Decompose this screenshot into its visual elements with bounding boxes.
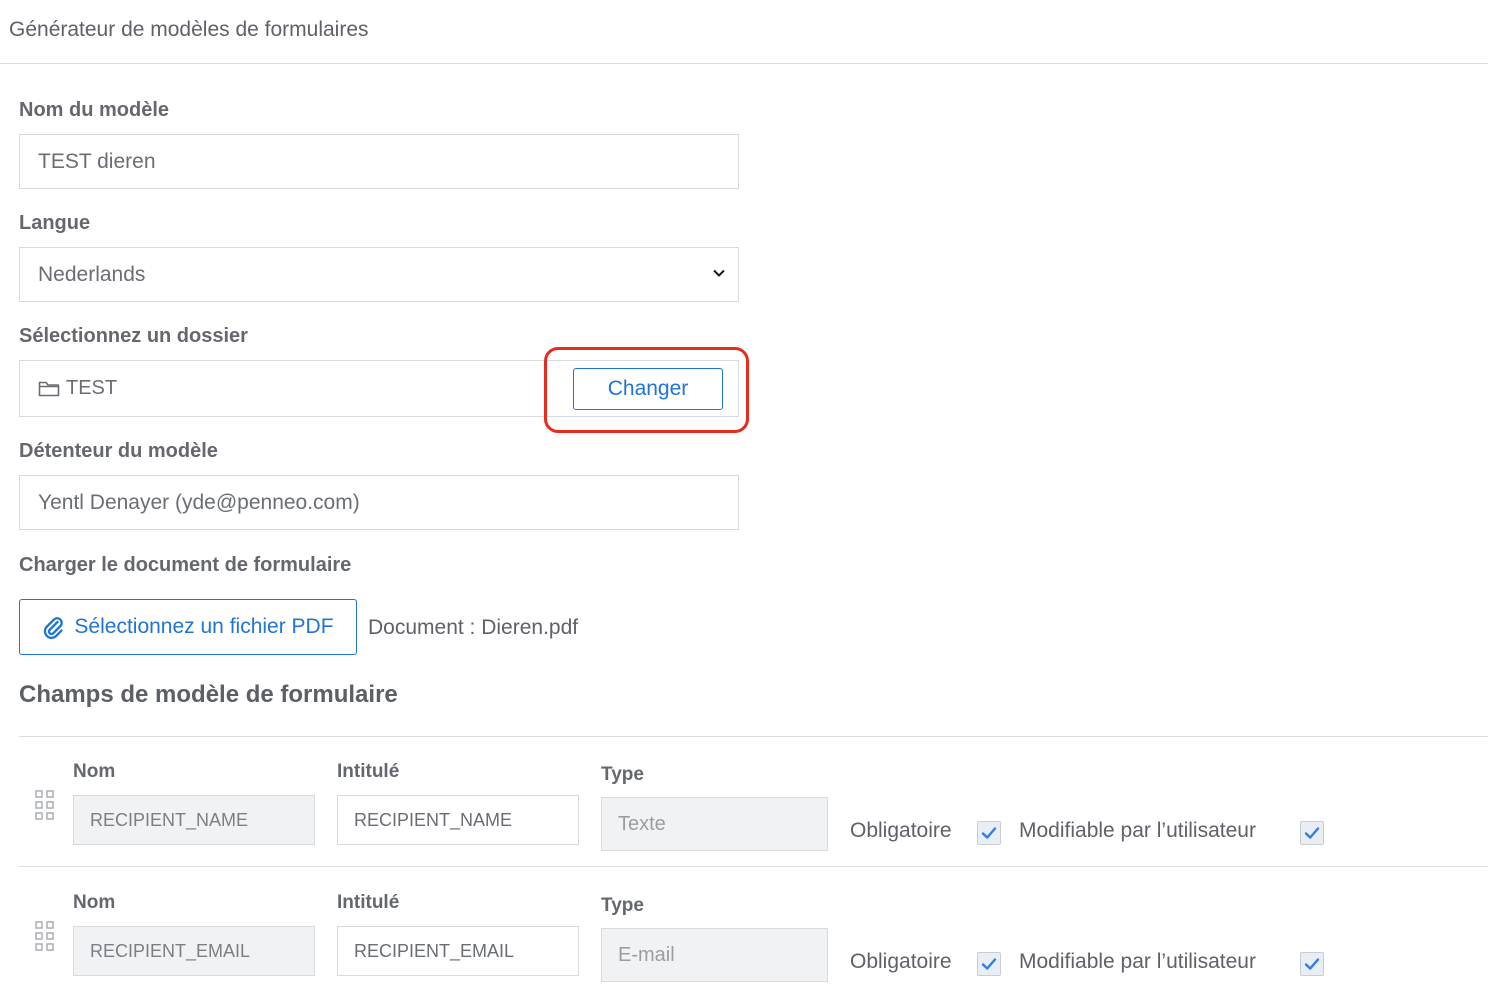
table-row: Nom Intitulé Type RECIPIENT_EMAIL RECIPI… bbox=[19, 866, 1488, 994]
check-icon bbox=[1304, 958, 1320, 970]
owner-input[interactable] bbox=[19, 475, 739, 530]
type-column-label: Type bbox=[601, 895, 644, 916]
drag-handle-icon[interactable] bbox=[35, 790, 55, 820]
required-label: Obligatoire bbox=[850, 950, 952, 973]
required-checkbox[interactable] bbox=[977, 952, 1001, 976]
drag-handle-icon[interactable] bbox=[35, 921, 55, 951]
field-type-select: Texte bbox=[601, 797, 828, 851]
check-icon bbox=[1304, 827, 1320, 839]
field-type-select: E-mail bbox=[601, 928, 828, 982]
select-pdf-button[interactable]: Sélectionnez un fichier PDF bbox=[19, 599, 357, 655]
owner-label: Détenteur du modèle bbox=[19, 440, 218, 462]
field-name-input: RECIPIENT_NAME bbox=[73, 795, 315, 845]
field-title-input[interactable]: RECIPIENT_NAME bbox=[337, 795, 579, 845]
required-label: Obligatoire bbox=[850, 819, 952, 842]
paperclip-icon bbox=[44, 617, 64, 639]
title-column-label: Intitulé bbox=[337, 761, 400, 782]
folder-value: TEST bbox=[38, 377, 117, 400]
field-title-input[interactable]: RECIPIENT_EMAIL bbox=[337, 926, 579, 976]
template-name-input[interactable] bbox=[19, 134, 739, 189]
folder-icon bbox=[38, 381, 60, 396]
name-column-label: Nom bbox=[73, 761, 116, 782]
document-name: Document : Dieren.pdf bbox=[368, 616, 579, 639]
required-checkbox[interactable] bbox=[977, 821, 1001, 845]
language-select-value: Nederlands bbox=[38, 262, 146, 286]
language-select[interactable]: Nederlands bbox=[19, 247, 739, 302]
editable-checkbox[interactable] bbox=[1300, 821, 1324, 845]
editable-label: Modifiable par l’utilisateur bbox=[1019, 819, 1256, 842]
check-icon bbox=[981, 958, 997, 970]
folder-label: Sélectionnez un dossier bbox=[19, 325, 248, 347]
name-column-label: Nom bbox=[73, 892, 116, 913]
chevron-down-icon bbox=[713, 269, 725, 277]
type-column-label: Type bbox=[601, 764, 644, 785]
language-label: Langue bbox=[19, 212, 91, 234]
title-column-label: Intitulé bbox=[337, 892, 400, 913]
fields-section-title: Champs de modèle de formulaire bbox=[19, 681, 398, 708]
change-folder-button[interactable]: Changer bbox=[573, 368, 723, 410]
page-title: Générateur de modèles de formulaires bbox=[9, 18, 369, 41]
editable-checkbox[interactable] bbox=[1300, 952, 1324, 976]
upload-label: Charger le document de formulaire bbox=[19, 554, 352, 576]
select-pdf-label: Sélectionnez un fichier PDF bbox=[74, 615, 334, 638]
form-template-builder-page: Générateur de modèles de formulaires Nom… bbox=[0, 0, 1488, 994]
folder-field: TEST Changer bbox=[19, 360, 739, 417]
editable-label: Modifiable par l’utilisateur bbox=[1019, 950, 1256, 973]
page-header: Générateur de modèles de formulaires bbox=[0, 0, 1488, 64]
check-icon bbox=[981, 827, 997, 839]
field-name-input: RECIPIENT_EMAIL bbox=[73, 926, 315, 976]
folder-name: TEST bbox=[66, 377, 118, 399]
template-name-label: Nom du modèle bbox=[19, 99, 170, 121]
table-row: Nom Intitulé Type RECIPIENT_NAME RECIPIE… bbox=[19, 736, 1488, 866]
